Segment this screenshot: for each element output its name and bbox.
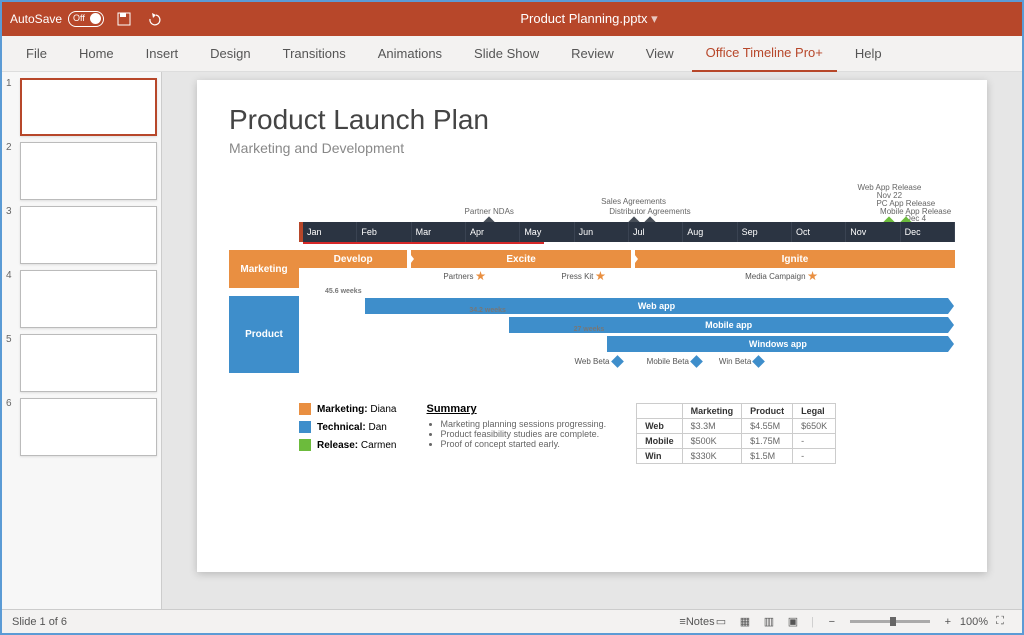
month-cell: Sep <box>738 222 792 242</box>
reading-view-icon[interactable]: ▥ <box>758 611 780 633</box>
legend: Marketing: Diana Technical: Dan Release: C… <box>299 403 397 464</box>
slide-thumbnail[interactable] <box>20 78 157 136</box>
month-cell: May <box>520 222 574 242</box>
slideshow-view-icon[interactable]: ▣ <box>782 611 804 633</box>
star-icon <box>476 271 486 281</box>
month-cell: Jun <box>575 222 629 242</box>
slide-editor[interactable]: Product Launch Plan Marketing and Develo… <box>162 72 1022 609</box>
marketing-phases: Develop Excite Ignite <box>299 250 955 268</box>
cost-table: MarketingProductLegalWeb$3.3M$4.55M$650K… <box>636 403 836 464</box>
slide-counter: Slide 1 of 6 <box>12 616 67 628</box>
product-bar-web: 45.6 weeks Web app <box>365 298 949 314</box>
swimlane-label-marketing: Marketing <box>229 250 299 288</box>
legend-row: Release: Carmen <box>299 439 397 451</box>
month-cell: Jan <box>303 222 357 242</box>
ribbon-tab-animations[interactable]: Animations <box>364 36 456 72</box>
normal-view-icon[interactable]: ▭ <box>710 611 732 633</box>
star-icon <box>808 271 818 281</box>
ribbon-tab-transitions[interactable]: Transitions <box>269 36 360 72</box>
ribbon-tab-office-timeline-pro-[interactable]: Office Timeline Pro+ <box>692 36 837 72</box>
diamond-icon <box>611 355 624 368</box>
month-cell: Aug <box>683 222 737 242</box>
slide-subtitle[interactable]: Marketing and Development <box>229 140 955 156</box>
star-icon <box>595 271 605 281</box>
ribbon-tab-slide-show[interactable]: Slide Show <box>460 36 553 72</box>
autosave-toggle[interactable]: AutoSave Off <box>10 11 104 27</box>
month-axis: JanFebMarAprMayJunJulAugSepOctNovDec <box>299 222 955 242</box>
document-title: Product Planning.pptx ▾ <box>164 11 1014 27</box>
month-cell: Jul <box>629 222 683 242</box>
ribbon-tab-home[interactable]: Home <box>65 36 128 72</box>
slide-thumbnail[interactable] <box>20 334 157 392</box>
phase-develop: Develop <box>299 250 407 268</box>
slide-title[interactable]: Product Launch Plan <box>229 104 955 136</box>
month-cell: Mar <box>412 222 466 242</box>
zoom-out-button[interactable]: − <box>821 611 843 633</box>
summary-bullet: Marketing planning sessions progressing. <box>441 419 607 429</box>
save-icon[interactable] <box>114 9 134 29</box>
swimlane-product: Product 45.6 weeks Web app 34.2 weeks Mo… <box>229 296 955 373</box>
phase-ignite: Ignite <box>635 250 955 268</box>
undo-icon[interactable] <box>144 9 164 29</box>
product-betas: Web Beta Mobile Beta Win Beta <box>299 355 955 373</box>
ribbon-tab-view[interactable]: View <box>632 36 688 72</box>
slide-footer-content: Marketing: Diana Technical: Dan Release: C… <box>229 403 955 464</box>
thumbnail-panel[interactable]: 123456 <box>2 72 162 609</box>
notes-button[interactable]: ≡ Notes <box>686 611 708 633</box>
month-cell: Dec <box>901 222 955 242</box>
diamond-icon <box>690 355 703 368</box>
ribbon-tab-review[interactable]: Review <box>557 36 628 72</box>
slide-thumbnail[interactable] <box>20 142 157 200</box>
milestone-row: Partner NDAs Sales Agreements Distributo… <box>299 182 955 222</box>
month-cell: Oct <box>792 222 846 242</box>
ribbon-tab-file[interactable]: File <box>12 36 61 72</box>
summary-bullet: Proof of concept started early. <box>441 439 607 449</box>
marketing-milestones: Partners Press Kit Media Campaign <box>299 268 955 288</box>
swimlane-label-product: Product <box>229 296 299 373</box>
ribbon-tabs: FileHomeInsertDesignTransitionsAnimation… <box>2 36 1022 72</box>
ribbon-tab-insert[interactable]: Insert <box>132 36 193 72</box>
legend-row: Marketing: Diana <box>299 403 397 415</box>
slide-thumbnail[interactable] <box>20 206 157 264</box>
slide-canvas[interactable]: Product Launch Plan Marketing and Develo… <box>197 80 987 572</box>
zoom-in-button[interactable]: + <box>937 611 959 633</box>
summary: Summary Marketing planning sessions prog… <box>427 403 607 464</box>
legend-row: Technical: Dan <box>299 421 397 433</box>
timeline[interactable]: Partner NDAs Sales Agreements Distributo… <box>229 182 955 373</box>
diamond-icon <box>752 355 765 368</box>
main-area: 123456 Product Launch Plan Marketing and… <box>2 72 1022 609</box>
ribbon-tab-design[interactable]: Design <box>196 36 264 72</box>
month-cell: Feb <box>357 222 411 242</box>
fit-to-window-icon[interactable]: ⛶ <box>989 611 1011 633</box>
phase-excite: Excite <box>411 250 631 268</box>
slide-thumbnail[interactable] <box>20 270 157 328</box>
slide-thumbnail[interactable] <box>20 398 157 456</box>
summary-bullet: Product feasibility studies are complete… <box>441 429 607 439</box>
zoom-slider[interactable] <box>850 620 930 623</box>
zoom-level[interactable]: 100% <box>960 616 988 628</box>
title-bar: AutoSave Off Product Planning.pptx ▾ <box>2 2 1022 36</box>
month-cell: Nov <box>846 222 900 242</box>
status-bar: Slide 1 of 6 ≡ Notes ▭ ▦ ▥ ▣ | − + 100% … <box>2 609 1022 633</box>
swimlane-marketing: Marketing Develop Excite Ignite Partners… <box>229 250 955 288</box>
product-bar-windows: 27 weeks Windows app <box>607 336 948 352</box>
sorter-view-icon[interactable]: ▦ <box>734 611 756 633</box>
month-cell: Apr <box>466 222 520 242</box>
ribbon-tab-help[interactable]: Help <box>841 36 896 72</box>
